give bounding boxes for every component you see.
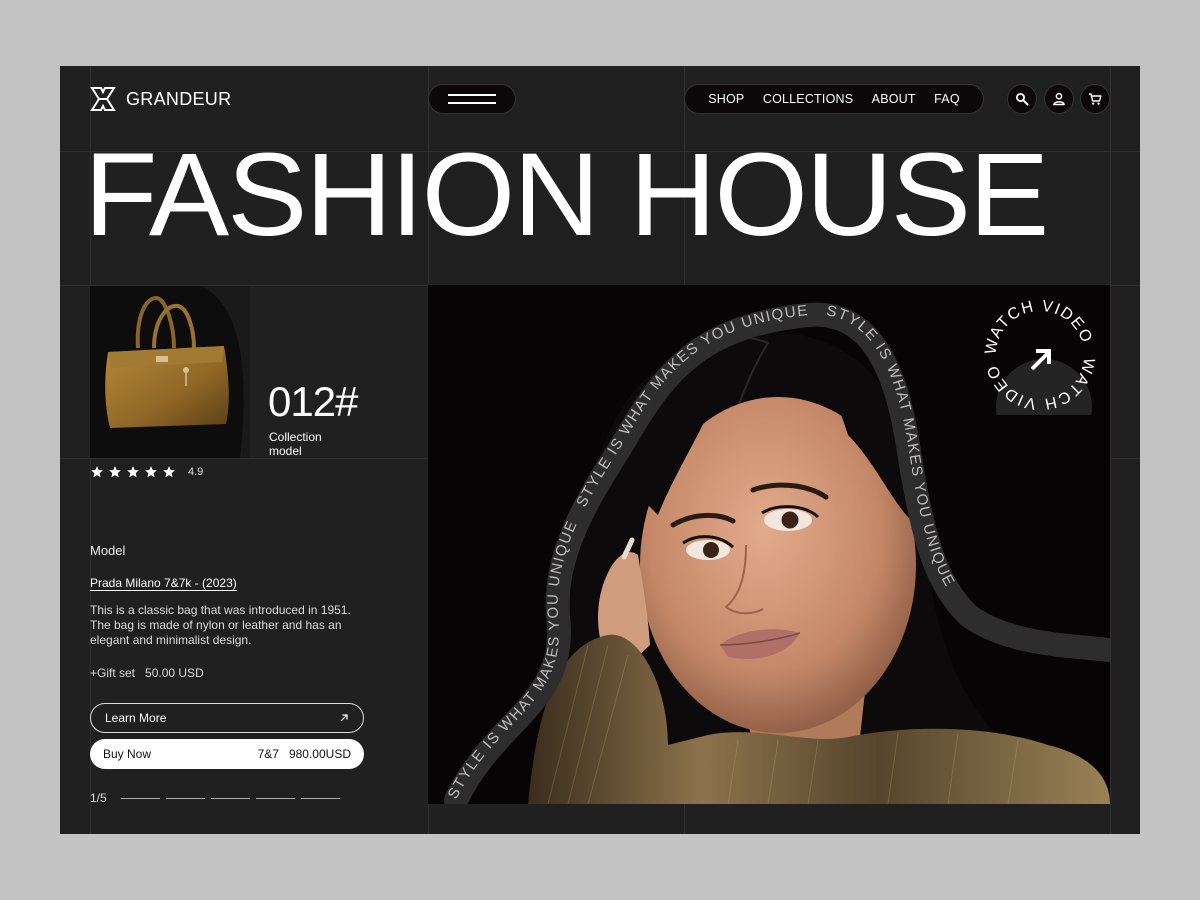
page-frame: GRANDEUR SHOP COLLECTIONS ABOUT FAQ FASH… <box>60 66 1140 834</box>
product-description: This is a classic bag that was introduce… <box>90 603 351 647</box>
brand-logo[interactable]: GRANDEUR <box>90 86 231 112</box>
collection-label: Collection model <box>269 430 322 458</box>
gift-label: +Gift set <box>90 666 136 680</box>
nav-item-collections[interactable]: COLLECTIONS <box>763 92 853 106</box>
brand-name: GRANDEUR <box>126 88 232 109</box>
rating-value: 4.9 <box>188 466 204 478</box>
main-nav: SHOP COLLECTIONS ABOUT FAQ <box>684 84 984 114</box>
learn-more-label: Learn More <box>105 711 167 725</box>
pagination-segment[interactable] <box>210 797 250 799</box>
hamburger-menu-icon <box>448 102 496 104</box>
buy-now-button[interactable]: Buy Now 7&7 980.00USD <box>90 739 364 769</box>
hamburger-menu-icon <box>448 94 496 96</box>
pagination-segment[interactable] <box>165 797 205 799</box>
cart-icon <box>1089 93 1102 105</box>
pagination-segment[interactable] <box>255 797 295 799</box>
search-icon <box>1016 93 1029 106</box>
handbag-image <box>90 286 250 458</box>
gift-set-info: +Gift set 50.00 USD <box>90 666 204 680</box>
pagination: 1/5 <box>90 791 340 805</box>
rating-stars: 4.9 <box>90 465 203 479</box>
nav-item-faq[interactable]: FAQ <box>934 92 960 106</box>
nav-item-shop[interactable]: SHOP <box>708 92 744 106</box>
star-icon <box>91 466 103 478</box>
buy-now-label: Buy Now <box>103 747 152 761</box>
buy-price: 980.00USD <box>288 747 351 761</box>
pagination-counter: 1/5 <box>90 791 107 805</box>
hero-photo: STYLE IS WHAT MAKES YOU UNIQUE STYLE IS … <box>428 285 1110 804</box>
star-icon <box>145 466 157 478</box>
watch-video-button[interactable]: WATCH VIDEO WATCH VIDEO <box>980 295 1100 415</box>
product-image[interactable] <box>90 286 250 458</box>
collection-number: 012# <box>268 378 358 425</box>
star-icon <box>127 466 139 478</box>
menu-button[interactable] <box>428 84 516 114</box>
star-icon <box>163 466 175 478</box>
model-name-link[interactable]: Prada Milano 7&7k - (2023) <box>90 576 237 590</box>
star-icon <box>109 466 121 478</box>
pagination-segment[interactable] <box>120 797 160 799</box>
search-button[interactable] <box>1007 84 1037 114</box>
pagination-segment[interactable] <box>300 797 340 799</box>
model-label: Model <box>90 543 126 558</box>
account-button[interactable] <box>1044 84 1074 114</box>
user-icon <box>1053 92 1065 106</box>
svg-text:WATCH VIDEO: WATCH VIDEO <box>982 298 1095 356</box>
logo-icon <box>90 87 116 111</box>
cart-button[interactable] <box>1080 84 1110 114</box>
buy-code: 7&7 <box>257 747 279 761</box>
arrow-up-right-icon <box>340 714 348 722</box>
watch-video-text: WATCH VIDEO <box>982 298 1093 356</box>
gift-price: 50.00 USD <box>145 666 204 680</box>
learn-more-button[interactable]: Learn More <box>90 703 364 733</box>
nav-item-about[interactable]: ABOUT <box>872 92 916 106</box>
hero-title: FASHION HOUSE <box>84 129 1049 261</box>
buy-price-group: 7&7 980.00USD <box>258 747 351 761</box>
